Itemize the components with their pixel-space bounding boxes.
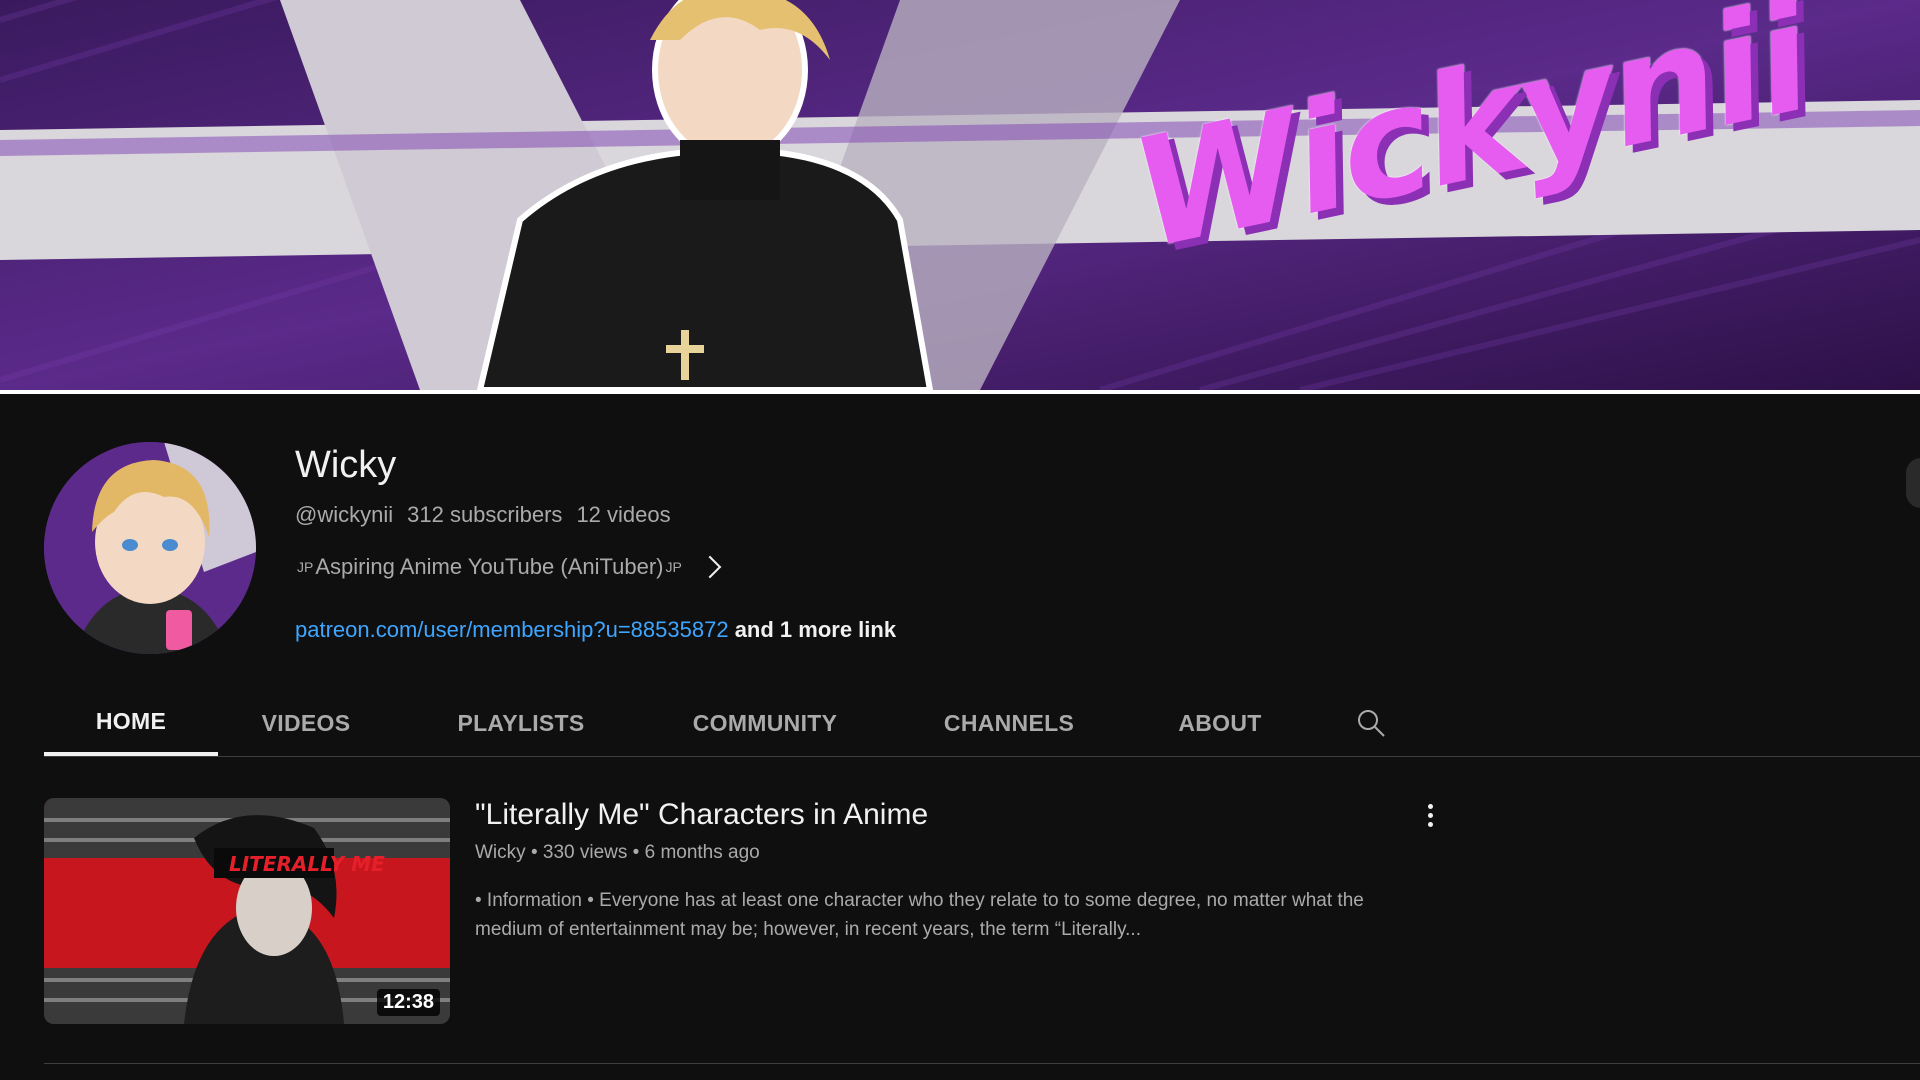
tab-channels[interactable]: CHANNELS	[934, 690, 1084, 756]
tab-videos[interactable]: VIDEOS	[254, 690, 358, 756]
video-count: 12 videos	[576, 502, 671, 527]
section-divider	[44, 1063, 1920, 1064]
channel-handle: @wickynii	[295, 502, 394, 527]
description-text: Aspiring Anime YouTube (AniTuber)	[315, 554, 664, 579]
patreon-link[interactable]: patreon.com/user/membership?u=88535872	[295, 617, 729, 642]
tab-about[interactable]: ABOUT	[1162, 690, 1278, 756]
channel-banner: Wickynii	[0, 0, 1920, 394]
description-suffix: JP	[665, 559, 682, 575]
channel-tabs: HOME VIDEOS PLAYLISTS COMMUNITY CHANNELS…	[44, 690, 1920, 757]
channel-name: Wicky	[295, 444, 397, 486]
tab-home[interactable]: HOME	[44, 690, 218, 756]
channel-avatar[interactable]	[44, 442, 256, 654]
more-vert-icon[interactable]	[1420, 800, 1440, 830]
more-links-button[interactable]: and 1 more link	[735, 617, 896, 642]
video-thumbnail[interactable]: LITERALLY ME 12:38	[44, 798, 450, 1024]
video-meta: Wicky • 330 views • 6 months ago	[475, 842, 760, 863]
video-duration: 12:38	[376, 989, 440, 1016]
channel-description[interactable]: JP Aspiring Anime YouTube (AniTuber) JP	[295, 554, 722, 580]
tab-community[interactable]: COMMUNITY	[682, 690, 848, 756]
thumbnail-caption: LITERALLY ME	[229, 852, 385, 876]
video-channel[interactable]: Wicky	[475, 842, 526, 863]
video-title[interactable]: "Literally Me" Characters in Anime	[475, 798, 928, 832]
description-prefix: JP	[297, 559, 314, 575]
search-icon[interactable]	[1356, 708, 1386, 738]
channel-links: patreon.com/user/membership?u=88535872 a…	[295, 617, 896, 643]
subscriber-count: 312 subscribers	[407, 502, 563, 527]
video-age: 6 months ago	[644, 842, 760, 863]
chevron-right-icon[interactable]	[698, 555, 722, 579]
tab-playlists[interactable]: PLAYLISTS	[454, 690, 588, 756]
video-description: • Information • Everyone has at least on…	[475, 890, 1364, 940]
featured-video: LITERALLY ME 12:38 "Literally Me" Charac…	[44, 798, 1444, 1024]
scroll-handle[interactable]	[1906, 458, 1920, 508]
avatar-image	[44, 442, 256, 654]
channel-meta: @wickynii 312 subscribers 12 videos	[295, 502, 671, 528]
video-views: 330 views	[542, 842, 628, 863]
